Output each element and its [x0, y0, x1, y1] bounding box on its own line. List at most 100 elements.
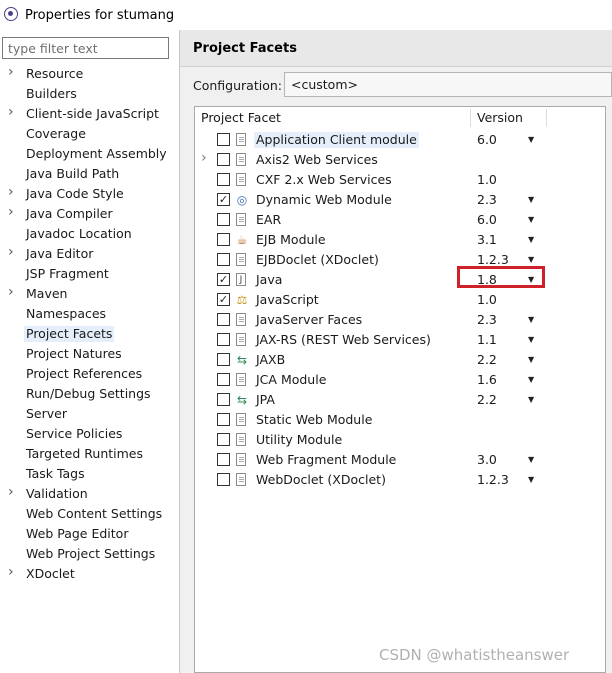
facet-checkbox[interactable]: ✓ [217, 193, 230, 206]
dropdown-arrow-icon[interactable]: ▼ [528, 453, 534, 467]
dropdown-arrow-icon[interactable]: ▼ [528, 133, 534, 147]
tree-item[interactable]: Server [0, 404, 179, 424]
facet-version[interactable]: 1.8 [477, 272, 497, 288]
dropdown-arrow-icon[interactable]: ▼ [528, 253, 534, 267]
tree-item[interactable]: Java Build Path [0, 164, 179, 184]
expand-chevron-icon[interactable]: › [8, 564, 14, 580]
facet-row[interactable]: ✓ ⚖ JavaScript 1.0 [195, 290, 605, 310]
facet-row[interactable]: ✓ J Java 1.8 ▼ [195, 270, 605, 290]
facet-row[interactable]: ⇆ JAXB 2.2 ▼ [195, 350, 605, 370]
expand-chevron-icon[interactable]: › [8, 284, 14, 300]
tree-item[interactable]: Builders [0, 84, 179, 104]
tree-item[interactable]: Web Project Settings [0, 544, 179, 564]
tree-item[interactable]: Namespaces [0, 304, 179, 324]
tree-item[interactable]: › Resource [0, 64, 179, 84]
expand-chevron-icon[interactable]: › [201, 150, 207, 166]
facet-row[interactable]: ✓ ◎ Dynamic Web Module 2.3 ▼ [195, 190, 605, 210]
expand-chevron-icon[interactable]: › [8, 184, 14, 200]
facet-row[interactable]: ⇆ JPA 2.2 ▼ [195, 390, 605, 410]
facet-version[interactable]: 1.0 [477, 292, 497, 308]
facet-checkbox[interactable]: ✓ [217, 293, 230, 306]
dropdown-arrow-icon[interactable]: ▼ [528, 373, 534, 387]
tree-item[interactable]: › XDoclet [0, 564, 179, 584]
tree-item[interactable]: Targeted Runtimes [0, 444, 179, 464]
facet-checkbox[interactable] [217, 333, 230, 346]
tree-item[interactable]: Javadoc Location [0, 224, 179, 244]
dropdown-arrow-icon[interactable]: ▼ [528, 313, 534, 327]
facet-version[interactable]: 2.2 [477, 392, 497, 408]
facet-checkbox[interactable] [217, 413, 230, 426]
facet-version[interactable]: 3.0 [477, 452, 497, 468]
facet-checkbox[interactable] [217, 393, 230, 406]
facet-row[interactable]: › Axis2 Web Services [195, 150, 605, 170]
facet-checkbox[interactable] [217, 213, 230, 226]
facet-version[interactable]: 1.2.3 [477, 472, 509, 488]
tree-item[interactable]: › Validation [0, 484, 179, 504]
facet-version[interactable]: 6.0 [477, 212, 497, 228]
facet-row[interactable]: EJBDoclet (XDoclet) 1.2.3 ▼ [195, 250, 605, 270]
facet-checkbox[interactable] [217, 173, 230, 186]
facet-version[interactable]: 1.1 [477, 332, 497, 348]
facet-version[interactable]: 2.3 [477, 192, 497, 208]
tree-item[interactable]: Web Page Editor [0, 524, 179, 544]
facet-checkbox[interactable]: ✓ [217, 273, 230, 286]
expand-chevron-icon[interactable]: › [8, 244, 14, 260]
tree-item[interactable]: Deployment Assembly [0, 144, 179, 164]
tree-item[interactable]: JSP Fragment [0, 264, 179, 284]
facet-row[interactable]: Static Web Module [195, 410, 605, 430]
facet-checkbox[interactable] [217, 473, 230, 486]
column-header-facet[interactable]: Project Facet [201, 107, 281, 129]
configuration-select[interactable]: <custom> [284, 72, 612, 97]
facet-row[interactable]: CXF 2.x Web Services 1.0 [195, 170, 605, 190]
facet-row[interactable]: WebDoclet (XDoclet) 1.2.3 ▼ [195, 470, 605, 490]
dropdown-arrow-icon[interactable]: ▼ [528, 333, 534, 347]
dropdown-arrow-icon[interactable]: ▼ [528, 473, 534, 487]
facet-row[interactable]: JAX-RS (REST Web Services) 1.1 ▼ [195, 330, 605, 350]
filter-input[interactable] [2, 37, 169, 59]
facet-checkbox[interactable] [217, 373, 230, 386]
facet-row[interactable]: ☕ EJB Module 3.1 ▼ [195, 230, 605, 250]
facet-checkbox[interactable] [217, 233, 230, 246]
tree-item[interactable]: › Client-side JavaScript [0, 104, 179, 124]
facet-row[interactable]: JCA Module 1.6 ▼ [195, 370, 605, 390]
tree-item[interactable]: Task Tags [0, 464, 179, 484]
dropdown-arrow-icon[interactable]: ▼ [528, 273, 534, 287]
facet-version[interactable]: 2.3 [477, 312, 497, 328]
tree-item[interactable]: › Java Code Style [0, 184, 179, 204]
expand-chevron-icon[interactable]: › [8, 204, 14, 220]
facet-version[interactable]: 2.2 [477, 352, 497, 368]
facet-row[interactable]: Web Fragment Module 3.0 ▼ [195, 450, 605, 470]
tree-item[interactable]: Service Policies [0, 424, 179, 444]
facet-row[interactable]: Application Client module 6.0 ▼ [195, 130, 605, 150]
facet-checkbox[interactable] [217, 153, 230, 166]
expand-chevron-icon[interactable]: › [8, 484, 14, 500]
column-header-version[interactable]: Version [477, 107, 523, 129]
facet-checkbox[interactable] [217, 313, 230, 326]
facet-checkbox[interactable] [217, 353, 230, 366]
facet-version[interactable]: 1.2.3 [477, 252, 509, 268]
facet-version[interactable]: 6.0 [477, 132, 497, 148]
expand-chevron-icon[interactable]: › [8, 64, 14, 80]
facet-row[interactable]: EAR 6.0 ▼ [195, 210, 605, 230]
tree-item[interactable]: Web Content Settings [0, 504, 179, 524]
facet-checkbox[interactable] [217, 253, 230, 266]
dropdown-arrow-icon[interactable]: ▼ [528, 233, 534, 247]
dropdown-arrow-icon[interactable]: ▼ [528, 353, 534, 367]
facet-version[interactable]: 1.6 [477, 372, 497, 388]
facet-checkbox[interactable] [217, 133, 230, 146]
column-separator[interactable] [546, 109, 547, 127]
tree-item[interactable]: Project References [0, 364, 179, 384]
facet-version[interactable]: 3.1 [477, 232, 497, 248]
tree-item[interactable]: Project Facets [0, 324, 179, 344]
tree-item[interactable]: Run/Debug Settings [0, 384, 179, 404]
tree-item[interactable]: Coverage [0, 124, 179, 144]
dropdown-arrow-icon[interactable]: ▼ [528, 193, 534, 207]
column-separator[interactable] [470, 109, 471, 127]
tree-item[interactable]: Project Natures [0, 344, 179, 364]
tree-item[interactable]: › Maven [0, 284, 179, 304]
dropdown-arrow-icon[interactable]: ▼ [528, 393, 534, 407]
dropdown-arrow-icon[interactable]: ▼ [528, 213, 534, 227]
tree-item[interactable]: › Java Compiler [0, 204, 179, 224]
facet-version[interactable]: 1.0 [477, 172, 497, 188]
expand-chevron-icon[interactable]: › [8, 104, 14, 120]
